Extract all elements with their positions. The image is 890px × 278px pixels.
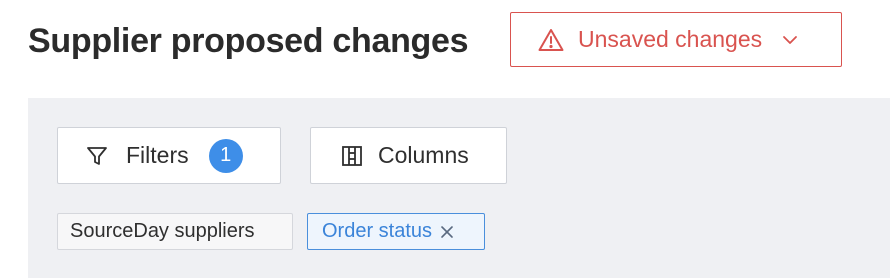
columns-icon (341, 145, 363, 167)
unsaved-changes-label: Unsaved changes (578, 26, 763, 52)
columns-button[interactable]: Columns (310, 127, 507, 184)
filter-count-badge: 1 (208, 138, 243, 173)
filter-chip-sourceday-suppliers[interactable]: SourceDay suppliers (57, 213, 293, 250)
warning-icon (538, 28, 564, 52)
columns-label: Columns (378, 142, 469, 168)
filter-chip-order-status[interactable]: Order status (307, 213, 485, 250)
close-icon[interactable] (440, 225, 454, 239)
filter-icon (86, 145, 108, 167)
unsaved-changes-dropdown[interactable]: Unsaved changes (510, 12, 842, 67)
filters-button[interactable]: Filters 1 (57, 127, 281, 184)
filters-label: Filters (126, 142, 189, 168)
filter-chip-label: SourceDay suppliers (70, 220, 255, 242)
filter-panel: Filters 1 Columns SourceDay suppliers Or… (28, 98, 890, 278)
chevron-down-icon (782, 34, 798, 46)
page-title: Supplier proposed changes (28, 22, 469, 60)
filter-chip-label: Order status (322, 220, 433, 242)
page: Supplier proposed changes Unsaved change… (0, 0, 890, 278)
